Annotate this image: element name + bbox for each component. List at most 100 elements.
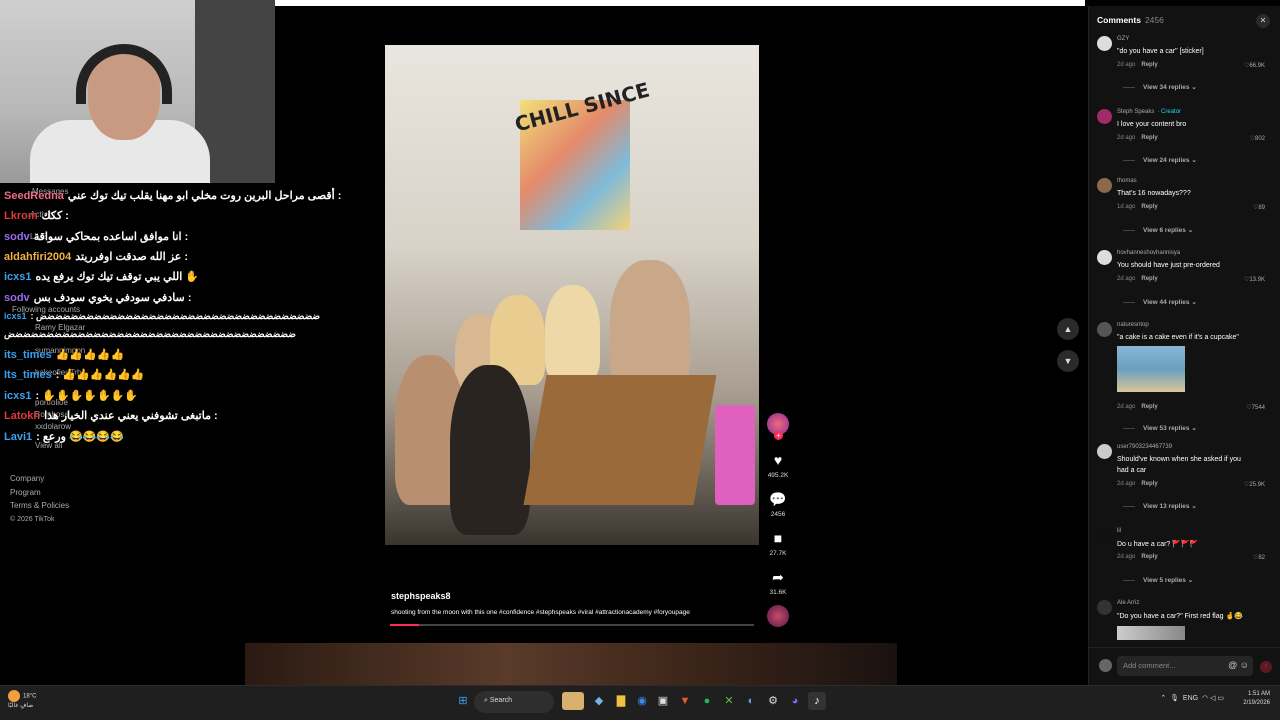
edge-icon[interactable]: ◉ bbox=[633, 692, 651, 710]
copilot-icon[interactable]: ◆ bbox=[590, 692, 608, 710]
battery-icon[interactable]: ▭ bbox=[1217, 695, 1224, 702]
avatar[interactable] bbox=[1097, 250, 1112, 265]
reply-button[interactable]: Reply bbox=[1141, 481, 1157, 487]
close-comments-button[interactable]: ✕ bbox=[1256, 14, 1270, 28]
reply-button[interactable]: Reply bbox=[1141, 204, 1157, 210]
save-button[interactable]: ■ 27.7K bbox=[763, 528, 793, 557]
follow-plus-icon[interactable]: + bbox=[774, 431, 783, 440]
avatar[interactable] bbox=[1097, 528, 1112, 543]
avatar[interactable] bbox=[1097, 36, 1112, 51]
chat-username: sodv bbox=[4, 292, 30, 304]
comment-username[interactable]: user7903234467739 bbox=[1117, 444, 1172, 450]
view-replies-button[interactable]: View 5 replies ⌄ bbox=[1123, 576, 1193, 584]
comment-likes[interactable]: ♡66.9K bbox=[1244, 62, 1265, 69]
view-replies-button[interactable]: View 53 replies ⌄ bbox=[1123, 424, 1197, 432]
bookmark-icon: ■ bbox=[773, 530, 783, 546]
spotify-icon[interactable]: ● bbox=[698, 692, 716, 710]
video-pink-bag bbox=[715, 405, 755, 505]
view-replies-button[interactable]: View 34 replies ⌄ bbox=[1123, 83, 1197, 91]
previous-video-button[interactable]: ▲ bbox=[1057, 318, 1079, 340]
comment-username[interactable]: hovhanneshovhannisya bbox=[1117, 250, 1180, 256]
view-replies-button[interactable]: View 24 replies ⌄ bbox=[1123, 156, 1197, 164]
chat-username: Lavi1 bbox=[4, 431, 33, 443]
mention-emoji-icons[interactable]: @ ☺ bbox=[1228, 660, 1249, 670]
microphone-icon[interactable]: 🎙 bbox=[1170, 695, 1179, 702]
comment-likes[interactable]: ♡7544 bbox=[1246, 404, 1265, 411]
chevron-up-icon[interactable]: ⌃ bbox=[1160, 695, 1166, 702]
comment-input[interactable]: Add comment... @ ☺ bbox=[1117, 656, 1253, 676]
comment-username[interactable]: Ale Arriz bbox=[1117, 600, 1139, 606]
view-replies-button[interactable]: View 44 replies ⌄ bbox=[1123, 298, 1197, 306]
widgets-icon[interactable] bbox=[562, 692, 584, 710]
reply-button[interactable]: Reply bbox=[1141, 135, 1157, 141]
taskbar-search[interactable]: ⌕ Search bbox=[474, 691, 554, 713]
comment-likes[interactable]: ♡89 bbox=[1253, 204, 1265, 211]
settings-gear-icon[interactable]: ⚙ bbox=[764, 692, 782, 710]
avatar[interactable] bbox=[1097, 109, 1112, 124]
share-arrow-icon: ➦ bbox=[772, 569, 784, 585]
music-disc-icon[interactable] bbox=[767, 605, 789, 627]
tiktok-icon[interactable]: ♪ bbox=[808, 692, 826, 710]
reply-button[interactable]: Reply bbox=[1141, 554, 1157, 560]
next-video-preview[interactable] bbox=[245, 643, 897, 685]
discord-icon[interactable]: ◕ bbox=[786, 692, 804, 710]
comment-button[interactable]: 💬 2456 bbox=[763, 489, 793, 518]
footer-link-company[interactable]: Company bbox=[10, 472, 69, 486]
send-comment-button[interactable]: ↑ bbox=[1260, 661, 1272, 673]
comment-likes[interactable]: ♡13.9K bbox=[1244, 276, 1265, 283]
avatar[interactable] bbox=[1097, 444, 1112, 459]
view-replies-button[interactable]: View 13 replies ⌄ bbox=[1123, 502, 1197, 510]
weather-temp: 18°C bbox=[23, 693, 37, 700]
comments-panel: Comments 2456 ✕ GZY "do you have a car" [… bbox=[1088, 6, 1280, 685]
comment-image[interactable] bbox=[1117, 626, 1185, 640]
chat-message: its_times 👍👍👍👍👍 bbox=[4, 348, 124, 361]
mention-icon[interactable]: @ bbox=[1228, 660, 1237, 670]
chat-text: سادفي سودفي يخوي سودف بس : bbox=[33, 292, 192, 304]
comment-username[interactable]: lil bbox=[1117, 528, 1121, 534]
video-author[interactable]: stephspeaks8 bbox=[391, 591, 451, 601]
creator-avatar-button[interactable]: + bbox=[763, 413, 793, 440]
speaker-icon[interactable]: ◁ bbox=[1210, 695, 1215, 702]
store-icon[interactable]: ▣ bbox=[654, 692, 672, 710]
comment-likes[interactable]: ♡802 bbox=[1250, 135, 1265, 142]
xbox-icon[interactable]: ✕ bbox=[720, 692, 738, 710]
footer-link-program[interactable]: Program bbox=[10, 486, 69, 500]
comment-sticker-image[interactable] bbox=[1117, 346, 1185, 392]
reply-button[interactable]: Reply bbox=[1141, 62, 1157, 68]
comment-time: 1d ago bbox=[1117, 204, 1136, 210]
footer-link-terms[interactable]: Terms & Policies bbox=[10, 499, 69, 513]
avatar[interactable] bbox=[1097, 322, 1112, 337]
reply-button[interactable]: Reply bbox=[1141, 276, 1157, 282]
share-count: 31.6K bbox=[769, 589, 787, 596]
view-replies-button[interactable]: View 6 replies ⌄ bbox=[1123, 226, 1193, 234]
share-button[interactable]: ➦ 31.6K bbox=[763, 567, 793, 596]
comment-username[interactable]: GZY bbox=[1117, 36, 1129, 42]
steam-icon[interactable]: ◐ bbox=[742, 692, 760, 710]
windows-start-icon[interactable]: ⊞ bbox=[454, 692, 472, 710]
wifi-icon[interactable]: ◠ bbox=[1202, 695, 1208, 702]
video-player[interactable]: CHILL SINCE bbox=[385, 45, 759, 545]
comment-username[interactable]: naturesntop bbox=[1117, 322, 1149, 328]
video-person bbox=[545, 285, 600, 380]
comment-text: "do you have a car" [sticker] bbox=[1117, 48, 1204, 55]
video-progress-bar[interactable] bbox=[390, 624, 754, 626]
avatar[interactable] bbox=[1097, 178, 1112, 193]
system-tray[interactable]: ⌃ 🎙 ENG ◠ ◁ ▭ bbox=[1160, 694, 1224, 702]
language-indicator[interactable]: ENG bbox=[1183, 695, 1198, 702]
brave-icon[interactable]: ▼ bbox=[676, 692, 694, 710]
reply-button[interactable]: Reply bbox=[1141, 404, 1157, 410]
file-explorer-icon[interactable]: ▇ bbox=[612, 692, 630, 710]
comment-username[interactable]: Steph Speaks · Creator bbox=[1117, 109, 1181, 115]
comment-likes[interactable]: ♡82 bbox=[1253, 554, 1265, 561]
view-replies-label: View 24 replies bbox=[1143, 157, 1190, 164]
chat-text: ماتبغى تشوفني يعني عندي الخيار هذا : bbox=[44, 410, 218, 422]
next-video-button[interactable]: ▼ bbox=[1057, 350, 1079, 372]
emoji-icon[interactable]: ☺ bbox=[1240, 660, 1249, 670]
weather-widget[interactable]: 18°C صافٍ غالبًا bbox=[8, 690, 36, 710]
comment-username[interactable]: thomas bbox=[1117, 178, 1137, 184]
comment-likes[interactable]: ♡25.9K bbox=[1244, 481, 1265, 488]
chat-message: Lkrom ككك : bbox=[4, 209, 69, 222]
avatar[interactable] bbox=[1097, 600, 1112, 615]
clock[interactable]: 1:51 AM 2/19/2026 bbox=[1243, 690, 1270, 708]
like-button[interactable]: ♥ 495.2K bbox=[763, 450, 793, 479]
